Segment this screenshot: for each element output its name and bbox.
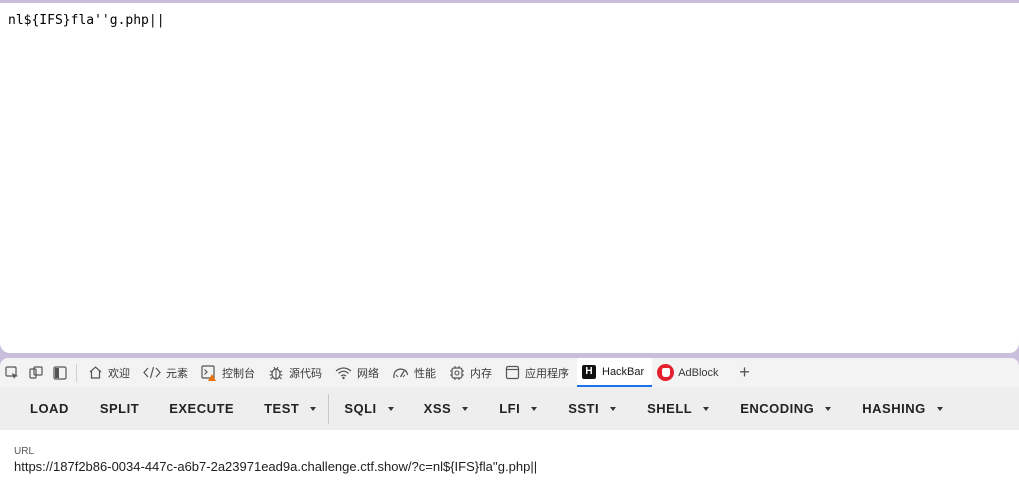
tab-memory-label: 内存	[470, 367, 492, 380]
devtools-tab-bar: 欢迎 元素 控制台 源代码 网络 性能 内存 应用程序 H HackBar Ad…	[0, 358, 1019, 387]
ssti-dropdown[interactable]: SSTI	[568, 387, 617, 430]
xss-dropdown-label: XSS	[423, 401, 452, 416]
sqli-dropdown[interactable]: SQLI	[344, 387, 394, 430]
ssti-dropdown-label: SSTI	[568, 401, 600, 416]
tab-adblock[interactable]: AdBlock	[652, 358, 726, 387]
lfi-dropdown-label: LFI	[499, 401, 521, 416]
shell-dropdown-label: SHELL	[647, 401, 693, 416]
chevron-down-icon	[462, 406, 469, 411]
tab-adblock-label: AdBlock	[678, 366, 719, 379]
execute-button-label: EXECUTE	[169, 401, 235, 416]
url-input[interactable]: https://187f2b86-0034-447c-a6b7-2a23971e…	[14, 459, 537, 474]
tab-elements-label: 元素	[166, 367, 188, 380]
tab-application-label: 应用程序	[525, 367, 569, 380]
test-dropdown-label: TEST	[264, 401, 300, 416]
chevron-down-icon	[387, 406, 394, 411]
chevron-down-icon	[825, 406, 832, 411]
tab-welcome[interactable]: 欢迎	[83, 358, 138, 387]
shell-dropdown[interactable]: SHELL	[647, 387, 710, 430]
tab-sources[interactable]: 源代码	[263, 358, 330, 387]
tab-network[interactable]: 网络	[330, 358, 387, 387]
chevron-down-icon	[703, 406, 710, 411]
tab-network-label: 网络	[357, 367, 379, 380]
tab-performance-label: 性能	[414, 367, 436, 380]
device-emulation-icon[interactable]	[24, 358, 48, 387]
xss-dropdown[interactable]: XSS	[424, 387, 469, 430]
page-output-text: nl${IFS}fla''g.php||	[8, 13, 165, 28]
page-viewport: nl${IFS}fla''g.php||	[0, 3, 1019, 353]
toggle-sidebar-icon[interactable]	[48, 358, 72, 387]
bug-icon	[269, 366, 283, 380]
window-icon	[505, 365, 520, 380]
url-field-label: URL	[14, 446, 35, 457]
chevron-down-icon	[531, 406, 538, 411]
speedometer-icon	[393, 367, 409, 378]
tab-sources-label: 源代码	[289, 367, 322, 380]
inspect-element-icon[interactable]	[0, 358, 24, 387]
encoding-dropdown-label: ENCODING	[740, 401, 815, 416]
add-tab-icon[interactable]: +	[733, 358, 757, 387]
load-button-label: LOAD	[30, 401, 69, 416]
tab-elements[interactable]: 元素	[138, 358, 196, 387]
hackbar-toolbar: LOAD SPLIT EXECUTE TEST SQLI XSS LFI SST…	[0, 387, 1019, 430]
tab-performance[interactable]: 性能	[387, 358, 444, 387]
tab-bar-divider	[76, 363, 77, 382]
sqli-dropdown-label: SQLI	[344, 401, 377, 416]
tab-welcome-label: 欢迎	[108, 367, 130, 380]
execute-button[interactable]: EXECUTE	[169, 387, 234, 430]
split-button[interactable]: SPLIT	[100, 387, 139, 430]
chevron-down-icon	[310, 406, 317, 411]
console-icon	[201, 364, 216, 381]
chevron-down-icon	[610, 406, 617, 411]
hashing-dropdown[interactable]: HASHING	[862, 387, 943, 430]
home-icon	[89, 366, 102, 379]
tab-console-label: 控制台	[222, 367, 255, 380]
test-dropdown[interactable]: TEST	[264, 387, 317, 430]
chevron-down-icon	[936, 406, 943, 411]
split-button-label: SPLIT	[99, 401, 140, 416]
hackbar-logo-icon: H	[582, 364, 596, 379]
adblock-logo-icon	[657, 364, 675, 381]
url-panel: URL https://187f2b86-0034-447c-a6b7-2a23…	[0, 430, 1019, 483]
toolbar-divider	[328, 393, 330, 424]
code-icon	[143, 366, 161, 379]
lfi-dropdown[interactable]: LFI	[499, 387, 538, 430]
load-button[interactable]: LOAD	[30, 387, 69, 430]
encoding-dropdown[interactable]: ENCODING	[740, 387, 832, 430]
hashing-dropdown-label: HASHING	[862, 401, 926, 416]
chip-icon	[450, 365, 464, 380]
wifi-icon	[335, 366, 352, 379]
tab-application[interactable]: 应用程序	[500, 358, 577, 387]
tab-console[interactable]: 控制台	[196, 358, 263, 387]
tab-memory[interactable]: 内存	[444, 358, 500, 387]
tab-hackbar-label: HackBar	[602, 365, 645, 378]
tab-hackbar[interactable]: H HackBar	[577, 358, 653, 387]
